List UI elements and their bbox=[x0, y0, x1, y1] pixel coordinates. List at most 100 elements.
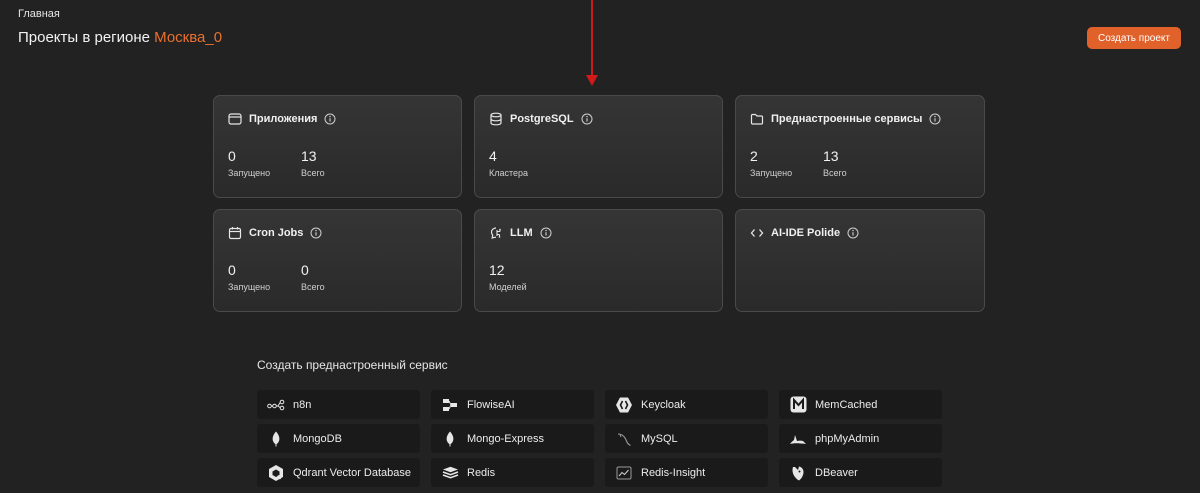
stat: 12 Моделей bbox=[489, 262, 562, 292]
mysql-icon bbox=[615, 430, 633, 448]
redis-insight-icon bbox=[615, 464, 633, 482]
info-icon[interactable] bbox=[581, 113, 593, 125]
n8n-icon bbox=[267, 396, 285, 414]
summary-cards: Приложения 0 Запущено 13 Всего PostgreSQL … bbox=[213, 95, 987, 312]
stat-label: Всего bbox=[301, 168, 325, 178]
database-icon bbox=[490, 112, 502, 126]
dbeaver-icon bbox=[789, 464, 807, 482]
window-icon bbox=[228, 113, 242, 125]
stat-value: 0 bbox=[228, 262, 236, 278]
card-stats: 4 Кластера bbox=[489, 148, 708, 178]
service-label: MemCached bbox=[815, 398, 878, 411]
stat-label: Запущено bbox=[750, 168, 793, 178]
mongodb-icon bbox=[267, 430, 285, 448]
page-title: Проекты в регионе Москва_0 bbox=[18, 29, 222, 46]
service-label: MongoDB bbox=[293, 432, 342, 445]
stat: 0 Запущено bbox=[228, 262, 301, 292]
preset-services-grid: n8n FlowiseAI Keycloak MemCached MongoDB… bbox=[257, 390, 942, 487]
stat-value: 0 bbox=[301, 262, 309, 278]
service-dbeaver[interactable]: DBeaver bbox=[779, 458, 942, 487]
card-title: AI-IDE Polide bbox=[771, 227, 841, 239]
card-preset-services[interactable]: Преднастроенные сервисы 2 Запущено 13 Всег… bbox=[735, 95, 985, 198]
card-header: LLM bbox=[489, 225, 708, 241]
stat: 0 Запущено bbox=[228, 148, 301, 178]
stat: 4 Кластера bbox=[489, 148, 562, 178]
stat-value: 13 bbox=[301, 148, 317, 164]
card-header: Cron Jobs bbox=[228, 225, 447, 241]
card-header: Приложения bbox=[228, 111, 447, 127]
stat: 0 Всего bbox=[301, 262, 374, 292]
mongo-express-icon bbox=[441, 430, 459, 448]
breadcrumb[interactable]: Главная bbox=[18, 8, 60, 20]
service-label: phpMyAdmin bbox=[815, 432, 880, 445]
service-label: Mongo-Express bbox=[467, 432, 545, 445]
stat-label: Моделей bbox=[489, 282, 527, 292]
card-title: LLM bbox=[510, 227, 533, 239]
info-icon[interactable] bbox=[540, 227, 552, 239]
stat-label: Всего bbox=[301, 282, 325, 292]
card-header: AI-IDE Polide bbox=[750, 225, 970, 241]
card-llm[interactable]: LLM 12 Моделей bbox=[474, 209, 723, 312]
card-title: PostgreSQL bbox=[510, 113, 574, 125]
redis-icon bbox=[441, 464, 459, 482]
service-mysql[interactable]: MySQL bbox=[605, 424, 768, 453]
card-header: Преднастроенные сервисы bbox=[750, 111, 970, 127]
service-n8n[interactable]: n8n bbox=[257, 390, 420, 419]
keycloak-icon bbox=[615, 396, 633, 414]
service-label: DBeaver bbox=[815, 466, 858, 479]
info-icon[interactable] bbox=[847, 227, 859, 239]
service-mongo-express[interactable]: Mongo-Express bbox=[431, 424, 594, 453]
service-redis-insight[interactable]: Redis-Insight bbox=[605, 458, 768, 487]
info-icon[interactable] bbox=[324, 113, 336, 125]
qdrant-icon bbox=[267, 464, 285, 482]
card-applications[interactable]: Приложения 0 Запущено 13 Всего bbox=[213, 95, 462, 198]
service-label: Redis bbox=[467, 466, 496, 479]
service-label: Qdrant Vector Database bbox=[293, 466, 412, 479]
card-stats: 0 Запущено 13 Всего bbox=[228, 148, 447, 178]
service-label: Redis-Insight bbox=[641, 466, 706, 479]
card-title: Приложения bbox=[249, 113, 318, 125]
info-icon[interactable] bbox=[310, 227, 322, 239]
create-project-button[interactable]: Создать проект bbox=[1087, 27, 1181, 49]
stat-label: Запущено bbox=[228, 168, 271, 178]
service-label: MySQL bbox=[641, 432, 678, 445]
card-postgresql[interactable]: PostgreSQL 4 Кластера bbox=[474, 95, 723, 198]
stat-value: 4 bbox=[489, 148, 497, 164]
stat-label: Всего bbox=[823, 168, 847, 178]
stat-value: 12 bbox=[489, 262, 505, 278]
service-keycloak[interactable]: Keycloak bbox=[605, 390, 768, 419]
red-arrow-icon bbox=[586, 0, 598, 86]
flowise-icon bbox=[441, 396, 459, 414]
page-title-prefix: Проекты в регионе bbox=[18, 29, 155, 46]
calendar-icon bbox=[228, 227, 242, 240]
region-name[interactable]: Москва_0 bbox=[154, 29, 222, 46]
card-stats: 12 Моделей bbox=[489, 262, 708, 292]
service-mongodb[interactable]: MongoDB bbox=[257, 424, 420, 453]
service-memcached[interactable]: MemCached bbox=[779, 390, 942, 419]
service-label: Keycloak bbox=[641, 398, 686, 411]
card-header: PostgreSQL bbox=[489, 111, 708, 127]
service-qdrant[interactable]: Qdrant Vector Database bbox=[257, 458, 420, 487]
preset-services-title: Создать преднастроенный сервис bbox=[257, 358, 448, 372]
stat: 13 Всего bbox=[301, 148, 374, 178]
service-redis[interactable]: Redis bbox=[431, 458, 594, 487]
stat-value: 13 bbox=[823, 148, 839, 164]
code-icon bbox=[750, 229, 764, 237]
card-cron-jobs[interactable]: Cron Jobs 0 Запущено 0 Всего bbox=[213, 209, 462, 312]
stat-label: Кластера bbox=[489, 168, 529, 178]
card-title: Преднастроенные сервисы bbox=[771, 113, 923, 125]
memcached-icon bbox=[789, 396, 807, 414]
phpmyadmin-icon bbox=[789, 430, 807, 448]
service-label: FlowiseAI bbox=[467, 398, 515, 411]
card-title: Cron Jobs bbox=[249, 227, 304, 239]
card-ai-ide-polide[interactable]: AI-IDE Polide bbox=[735, 209, 985, 312]
stat-value: 2 bbox=[750, 148, 758, 164]
service-phpmyadmin[interactable]: phpMyAdmin bbox=[779, 424, 942, 453]
service-flowiseai[interactable]: FlowiseAI bbox=[431, 390, 594, 419]
folder-icon bbox=[750, 113, 764, 125]
info-icon[interactable] bbox=[929, 113, 941, 125]
service-label: n8n bbox=[293, 398, 312, 411]
stat: 13 Всего bbox=[823, 148, 896, 178]
stat-value: 0 bbox=[228, 148, 236, 164]
brain-icon bbox=[490, 227, 501, 239]
